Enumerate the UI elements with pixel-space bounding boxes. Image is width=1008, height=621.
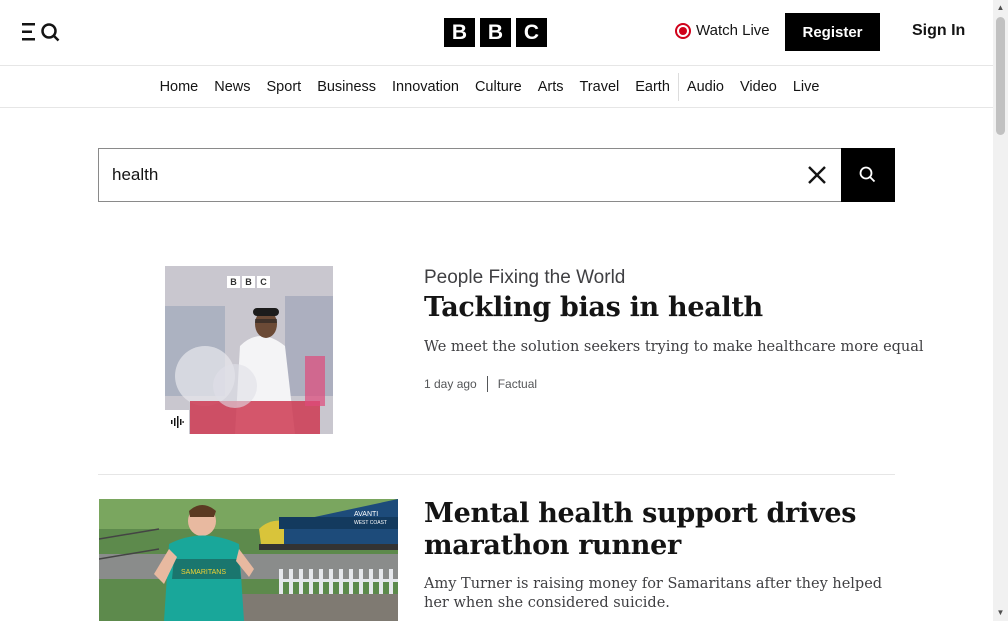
close-icon: [808, 166, 826, 184]
badge-letter: C: [257, 276, 270, 288]
result-description: We meet the solution seekers trying to m…: [424, 339, 924, 355]
search-input[interactable]: [99, 150, 789, 200]
result-metadata: 1 day ago Factual: [424, 376, 537, 392]
shirt-text: SAMARITANS: [181, 569, 226, 576]
nav-item-live[interactable]: Live: [785, 79, 828, 95]
nav-item-business[interactable]: Business: [309, 79, 384, 95]
result-title-link[interactable]: Mental health support drives marathon ru…: [424, 498, 864, 562]
badge-letter: B: [227, 276, 240, 288]
badge-letter: B: [242, 276, 255, 288]
menu-search-icon: [22, 23, 60, 42]
audio-badge: [165, 410, 189, 434]
scrollbar-thumb[interactable]: [996, 17, 1005, 135]
site-header: B B C Watch Live Register Sign In: [0, 0, 993, 66]
logo-letter: C: [516, 18, 547, 47]
nav-item-sport[interactable]: Sport: [259, 79, 310, 95]
scroll-down-icon[interactable]: ▼: [996, 608, 1005, 618]
menu-search-button[interactable]: [20, 20, 62, 44]
nav-item-earth[interactable]: Earth: [627, 79, 678, 95]
search-submit-button[interactable]: [841, 148, 895, 202]
result-title-link[interactable]: Tackling bias in health: [424, 292, 763, 323]
search-icon: [859, 166, 876, 183]
runner-train-image: AVANTI WEST COAST SAMARITANS: [99, 499, 398, 621]
result-divider: [98, 474, 895, 475]
logo-letter: B: [480, 18, 511, 47]
thumbnail-bbc-badge: B B C: [227, 276, 270, 288]
nav-item-innovation[interactable]: Innovation: [384, 79, 467, 95]
nav-item-culture[interactable]: Culture: [467, 79, 530, 95]
result-thumbnail[interactable]: AVANTI WEST COAST SAMARITANS: [99, 499, 398, 621]
sign-in-link[interactable]: Sign In: [912, 22, 965, 40]
train-text: AVANTI: [354, 511, 378, 518]
clear-search-button[interactable]: [806, 164, 828, 186]
nav-item-audio[interactable]: Audio: [679, 79, 732, 95]
watch-live-link[interactable]: Watch Live: [675, 22, 770, 39]
train-subtext: WEST COAST: [354, 520, 387, 526]
scroll-up-icon[interactable]: ▲: [996, 3, 1005, 13]
nav-item-home[interactable]: Home: [152, 79, 207, 95]
nav-item-arts[interactable]: Arts: [530, 79, 572, 95]
bbc-logo[interactable]: B B C: [444, 18, 547, 47]
register-button[interactable]: Register: [785, 13, 880, 51]
result-description: Amy Turner is raising money for Samarita…: [424, 576, 883, 611]
nav-item-video[interactable]: Video: [732, 79, 785, 95]
audio-waveform-icon: [171, 416, 184, 428]
lab-scientist-image: [165, 266, 333, 434]
live-icon: [675, 22, 691, 39]
result-series-label: People Fixing the World: [424, 267, 626, 288]
result-time: 1 day ago: [424, 377, 477, 391]
nav-item-news[interactable]: News: [206, 79, 258, 95]
page-scrollbar[interactable]: ▲ ▼: [993, 0, 1008, 621]
search-bar: [98, 148, 842, 202]
nav-item-travel[interactable]: Travel: [571, 79, 627, 95]
result-category: Factual: [497, 377, 538, 391]
watch-live-label: Watch Live: [696, 22, 770, 39]
main-navigation: Home News Sport Business Innovation Cult…: [0, 66, 993, 108]
logo-letter: B: [444, 18, 475, 47]
meta-divider: [486, 376, 488, 392]
result-thumbnail[interactable]: B B C: [165, 266, 333, 434]
